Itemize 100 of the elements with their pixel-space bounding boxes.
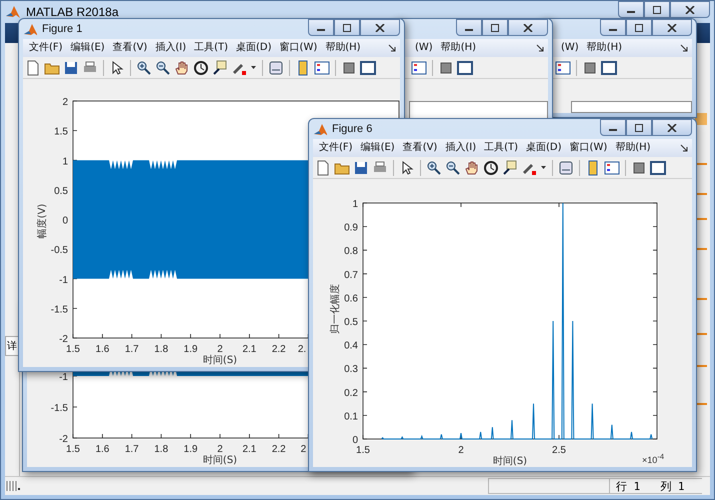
new-file-icon[interactable] — [25, 60, 41, 76]
close-icon — [375, 24, 385, 32]
menu-item[interactable]: 帮助(H) — [582, 40, 626, 56]
panel-tab[interactable]: 详 — [5, 336, 19, 356]
menu-item[interactable]: 桌面(D) — [522, 140, 566, 156]
hand-icon[interactable] — [464, 160, 480, 176]
close-icon — [685, 6, 695, 14]
save-icon[interactable] — [353, 160, 369, 176]
new-file-icon[interactable] — [315, 160, 331, 176]
legend-icon[interactable] — [314, 60, 330, 76]
y-tick-label: 1 — [352, 199, 358, 210]
menu-item[interactable]: 工具(T) — [190, 40, 232, 56]
zoom-out-icon[interactable] — [445, 160, 461, 176]
dock-arrow-icon[interactable] — [536, 44, 544, 52]
minimize-button[interactable] — [600, 19, 626, 36]
panel-icon[interactable] — [457, 60, 473, 76]
window-title: MATLAB R2018a — [26, 5, 118, 19]
x-tick-label: 1.7 — [124, 444, 139, 455]
menu-item[interactable]: 文件(F) — [315, 140, 357, 156]
square-icon[interactable] — [582, 60, 598, 76]
legend-icon[interactable] — [604, 160, 620, 176]
legend-icon[interactable] — [411, 60, 427, 76]
y-tick-label: -1.5 — [50, 304, 68, 316]
menu-item[interactable]: 插入(I) — [441, 140, 480, 156]
close-button[interactable] — [652, 19, 692, 36]
menu-item[interactable]: 文件(F) — [25, 40, 67, 56]
maximize-button[interactable] — [482, 19, 508, 36]
panel-icon[interactable] — [360, 60, 376, 76]
square-icon[interactable] — [341, 60, 357, 76]
menu-item[interactable]: 编辑(E) — [356, 140, 399, 156]
minimize-button[interactable] — [308, 19, 334, 36]
data-cursor-icon[interactable] — [502, 160, 518, 176]
maximize-button[interactable] — [644, 1, 670, 18]
x-tick-label: 2.2 — [272, 444, 286, 455]
menu-item[interactable]: 桌面(D) — [232, 40, 276, 56]
zoom-in-icon[interactable] — [136, 60, 152, 76]
menu-item[interactable]: 帮助(H) — [321, 40, 365, 56]
maximize-button[interactable] — [626, 19, 652, 36]
zoom-out-icon[interactable] — [155, 60, 171, 76]
x-tick-label: 2.1 — [242, 344, 256, 355]
zoom-in-icon[interactable] — [426, 160, 442, 176]
square-icon[interactable] — [631, 160, 647, 176]
y-tick-label: -1 — [59, 372, 68, 383]
row-indicator: 行 1 — [616, 478, 640, 494]
minimize-button[interactable] — [600, 119, 626, 136]
panel-icon[interactable] — [601, 60, 617, 76]
y-tick-label: 0.1 — [344, 411, 358, 422]
y-tick-label: 0.8 — [344, 246, 358, 258]
dock-arrow-icon[interactable] — [680, 144, 688, 152]
y-tick-label: 0.2 — [344, 388, 358, 399]
close-icon — [667, 24, 677, 32]
close-button[interactable] — [670, 1, 710, 18]
hand-icon[interactable] — [174, 60, 190, 76]
menu-item[interactable]: 查看(V) — [398, 140, 442, 156]
close-button[interactable] — [360, 19, 400, 36]
menu-item[interactable]: 帮助(H) — [611, 140, 655, 156]
square-icon[interactable] — [438, 60, 454, 76]
menu-item[interactable]: (W) — [411, 40, 437, 56]
x-tick-label: 1.8 — [154, 344, 168, 355]
menu-item[interactable]: 工具(T) — [480, 140, 522, 156]
legend-icon[interactable] — [555, 60, 571, 76]
minimize-button[interactable] — [456, 19, 482, 36]
maximize-icon — [490, 24, 500, 32]
y-tick-label: 0.4 — [344, 340, 358, 352]
y-tick-label: 1.5 — [54, 126, 68, 138]
menu-item[interactable]: 帮助(H) — [436, 40, 480, 56]
menu-item[interactable]: 编辑(E) — [66, 40, 109, 56]
y-tick-label: 0.9 — [344, 222, 358, 234]
menu-item[interactable]: 查看(V) — [108, 40, 152, 56]
close-button[interactable] — [508, 19, 548, 36]
y-tick-label: 0.3 — [344, 364, 358, 376]
panel-icon[interactable] — [650, 160, 666, 176]
maximize-icon — [634, 124, 644, 132]
menu-item[interactable]: 插入(I) — [151, 40, 190, 56]
peak-logo-icon — [5, 4, 21, 20]
x-tick-label: 1.9 — [184, 444, 198, 455]
y-tick-label: 0 — [352, 435, 358, 446]
x-tick-label: 1.5 — [66, 344, 80, 355]
column-indicator: 列 1 — [660, 478, 684, 494]
grip-icon — [5, 478, 21, 494]
x-axis-label: 时间(S) — [202, 455, 238, 466]
minimize-button[interactable] — [618, 1, 644, 18]
maximize-icon — [342, 24, 352, 32]
dock-arrow-icon[interactable] — [388, 44, 396, 52]
x-tick-label: 1.6 — [95, 444, 110, 455]
x-tick-label: 2 — [300, 444, 306, 455]
y-axis-label: 幅度(V) — [37, 204, 48, 238]
menu-item[interactable]: 窗口(W) — [566, 140, 612, 156]
maximize-button[interactable] — [334, 19, 360, 36]
x-tick-label: 2 — [458, 445, 464, 456]
data-cursor-icon[interactable] — [212, 60, 228, 76]
save-icon[interactable] — [63, 60, 79, 76]
dock-arrow-icon[interactable] — [680, 44, 688, 52]
close-button[interactable] — [652, 119, 692, 136]
maximize-button[interactable] — [626, 119, 652, 136]
x-tick-label: 2 — [217, 344, 223, 355]
menu-item[interactable]: 窗口(W) — [276, 40, 322, 56]
y-tick-label: 2 — [62, 97, 68, 108]
menu-item[interactable]: (W) — [557, 40, 583, 56]
x-axis-label: 时间(S) — [202, 355, 238, 366]
